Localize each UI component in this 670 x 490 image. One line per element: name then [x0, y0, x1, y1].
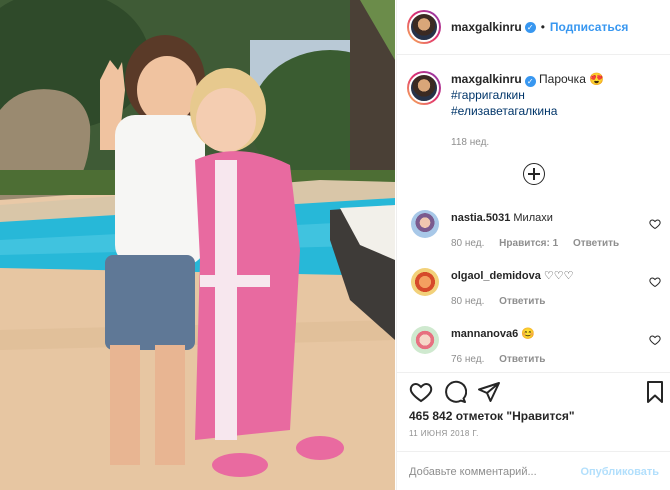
- comment-body: mannanova6 😊 76 нед. Ответить: [451, 326, 661, 365]
- author-row: maxgalkinru ✓ • Подписаться: [451, 20, 628, 34]
- heart-icon[interactable]: [649, 276, 661, 288]
- post-caption: maxgalkinru ✓ Парочка 😍 #гарригалкин #ели…: [407, 71, 661, 151]
- reply-button[interactable]: Ответить: [499, 296, 545, 307]
- photo-illustration: [0, 0, 395, 490]
- verified-badge-icon: ✓: [524, 21, 536, 33]
- comments-section[interactable]: maxgalkinru ✓ Парочка 😍 #гарригалкин #ели…: [397, 56, 670, 372]
- comment-item: nastia.5031 Милахи 80 нед. Нравится: 1 О…: [411, 210, 661, 249]
- comment-body: olgaol_demidova ♡♡♡ 80 нед. Ответить: [451, 268, 661, 307]
- heart-icon[interactable]: [649, 218, 661, 230]
- comment-likes-count[interactable]: Нравится: 1: [499, 238, 558, 249]
- reply-button[interactable]: Ответить: [573, 238, 619, 249]
- commenter-avatar[interactable]: [411, 326, 439, 354]
- hashtag-link[interactable]: #гарригалкин: [451, 87, 604, 103]
- publish-button[interactable]: Опубликовать: [580, 466, 659, 478]
- reply-button[interactable]: Ответить: [499, 354, 545, 365]
- follow-button[interactable]: Подписаться: [550, 20, 628, 34]
- comment-body: nastia.5031 Милахи 80 нед. Нравится: 1 О…: [451, 210, 661, 249]
- commenter-avatar[interactable]: [411, 268, 439, 296]
- share-icon[interactable]: [477, 380, 501, 404]
- comment-age: 76 нед.: [451, 354, 485, 365]
- post-header: maxgalkinru ✓ • Подписаться: [397, 0, 670, 55]
- commenter-avatar[interactable]: [411, 210, 439, 238]
- caption-body: maxgalkinru ✓ Парочка 😍 #гарригалкин #ели…: [451, 71, 604, 151]
- heart-icon[interactable]: [649, 334, 661, 346]
- verified-badge-icon: ✓: [524, 76, 536, 87]
- caption-text: Парочка 😍: [539, 72, 605, 86]
- author-username[interactable]: maxgalkinru: [451, 20, 522, 34]
- post-date: 11 ИЮНЯ 2018 Г.: [409, 429, 479, 438]
- post-photo[interactable]: [0, 0, 395, 490]
- comment-username[interactable]: nastia.5031: [451, 212, 510, 224]
- comment-age: 80 нед.: [451, 238, 485, 249]
- post-side-panel: maxgalkinru ✓ • Подписаться maxgalkinru ✓…: [396, 0, 670, 490]
- comment-input[interactable]: [409, 465, 581, 478]
- caption-age: 118 нед.: [451, 137, 490, 148]
- add-comment-bar: Опубликовать: [397, 451, 670, 490]
- comment-text: Милахи: [513, 212, 553, 224]
- comment-username[interactable]: mannanova6: [451, 328, 518, 340]
- heart-icon[interactable]: [409, 380, 433, 404]
- caption-author-avatar[interactable]: [407, 71, 441, 105]
- likes-count[interactable]: 465 842 отметок "Нравится": [409, 409, 575, 423]
- comment-icon[interactable]: [443, 380, 467, 404]
- plus-circle-icon[interactable]: [523, 163, 545, 185]
- bookmark-icon[interactable]: [643, 380, 667, 404]
- author-avatar[interactable]: [407, 10, 441, 44]
- comment-username[interactable]: olgaol_demidova: [451, 270, 541, 282]
- comment-text: ♡♡♡: [543, 270, 574, 282]
- post-actions: 465 842 отметок "Нравится" 11 ИЮНЯ 2018 …: [397, 372, 670, 490]
- separator-dot: •: [540, 20, 545, 34]
- caption-username[interactable]: maxgalkinru: [451, 72, 522, 86]
- comment-age: 80 нед.: [451, 296, 485, 307]
- comment-item: olgaol_demidova ♡♡♡ 80 нед. Ответить: [411, 268, 661, 307]
- comment-item: mannanova6 😊 76 нед. Ответить: [411, 326, 661, 365]
- comment-text: 😊: [521, 328, 536, 340]
- hashtag-link[interactable]: #елизаветагалкина: [451, 103, 604, 119]
